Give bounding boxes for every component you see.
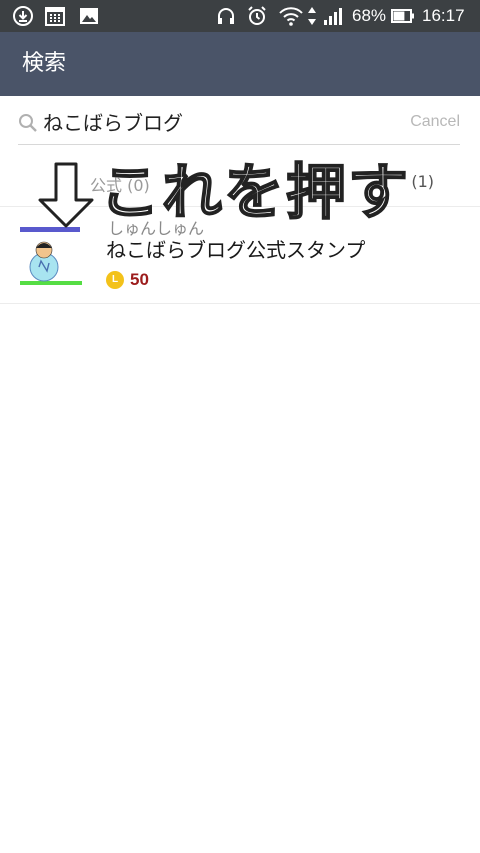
search-underline	[18, 144, 460, 145]
search-icon	[19, 114, 37, 132]
data-arrows-icon	[308, 7, 316, 25]
app-bar: 検索	[0, 32, 480, 96]
overlay-instruction-text: これを押す	[99, 157, 410, 229]
sticker-title: ねこばらブログ公式スタンプ	[106, 238, 366, 262]
alarm-icon	[248, 6, 266, 25]
download-icon	[13, 6, 33, 26]
cancel-button[interactable]: Cancel	[410, 112, 460, 132]
headphones-icon	[218, 8, 234, 24]
sticker-thumbnail	[18, 223, 84, 289]
page-title: 検索	[22, 51, 67, 76]
line-coin-icon: L	[106, 271, 124, 289]
search-bar[interactable]: ねこばらブログ Cancel	[0, 96, 480, 152]
section-count: (1)	[411, 172, 434, 191]
wifi-icon	[279, 7, 303, 26]
clock: 16:17	[422, 6, 465, 25]
calendar-icon	[45, 7, 65, 26]
battery-icon	[391, 9, 414, 23]
price: 50	[130, 270, 149, 289]
search-input[interactable]: ねこばらブログ	[43, 110, 183, 136]
battery-percent: 68%	[352, 6, 387, 25]
status-bar: 68% 16:17	[0, 0, 480, 32]
down-arrow-icon	[38, 162, 94, 228]
signal-icon	[324, 8, 342, 25]
image-icon	[80, 8, 98, 24]
